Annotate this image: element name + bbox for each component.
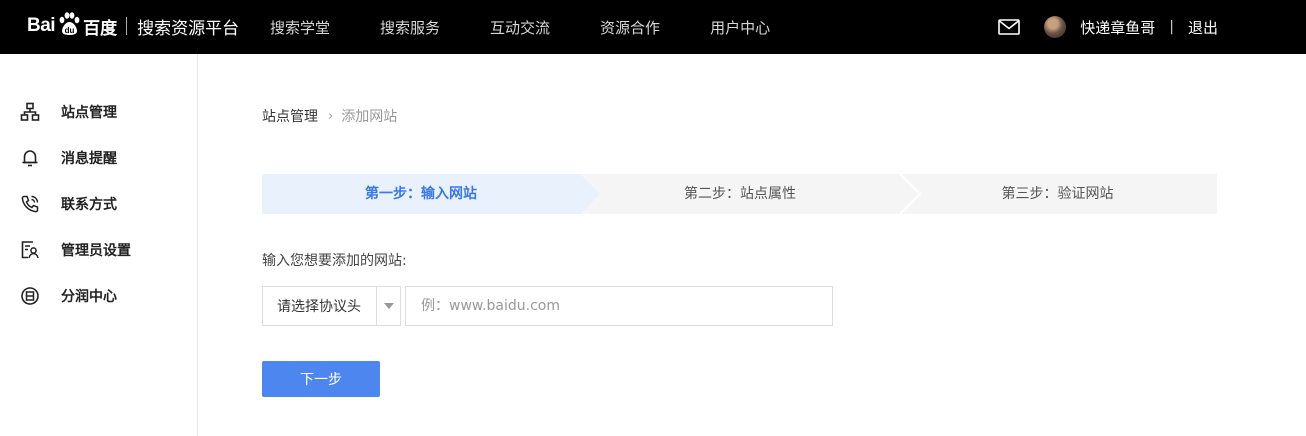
chevron-down-icon[interactable] bbox=[376, 287, 400, 325]
sidebar-item-site-management[interactable]: 站点管理 bbox=[20, 100, 117, 124]
breadcrumb: 站点管理 › 添加网站 bbox=[262, 106, 397, 126]
sidebar-item-revenue-center[interactable]: 分润中心 bbox=[20, 284, 117, 308]
website-url-input[interactable] bbox=[405, 286, 833, 326]
protocol-select[interactable]: 请选择协议头 bbox=[262, 286, 401, 326]
user-divider: | bbox=[1169, 19, 1174, 35]
admin-icon bbox=[21, 241, 39, 259]
step-indicator: 第一步：输入网站 第二步：站点属性 第三步：验证网站 bbox=[262, 174, 1217, 214]
topnav-item[interactable]: 资源合作 bbox=[600, 17, 660, 38]
sidebar-item-admin-settings[interactable]: 管理员设置 bbox=[20, 238, 131, 262]
user-area: 快递章鱼哥 | 退出 bbox=[998, 0, 1218, 54]
bell-icon bbox=[22, 150, 38, 167]
breadcrumb-separator: › bbox=[328, 108, 334, 124]
website-input-label: 输入您想要添加的网站: bbox=[262, 253, 407, 269]
sidebar-item-label: 管理员设置 bbox=[61, 243, 131, 259]
sidebar-item-label: 分润中心 bbox=[61, 289, 117, 305]
avatar[interactable] bbox=[1044, 16, 1067, 38]
sitemap-icon bbox=[20, 102, 40, 121]
protocol-select-value: 请选择协议头 bbox=[277, 299, 361, 315]
topnav-item[interactable]: 用户中心 bbox=[710, 17, 770, 38]
topnav-item[interactable]: 搜索服务 bbox=[380, 17, 440, 38]
topnav-item[interactable]: 搜索学堂 bbox=[270, 17, 330, 38]
step-3: 第三步：验证网站 bbox=[1001, 186, 1114, 202]
step-1: 第一步：输入网站 bbox=[365, 186, 477, 202]
sidebar-item-label: 消息提醒 bbox=[61, 151, 117, 167]
sidebar-item-notifications[interactable]: 消息提醒 bbox=[20, 146, 117, 170]
sidebar-item-label: 联系方式 bbox=[61, 197, 117, 213]
platform-title: 搜索资源平台 bbox=[137, 18, 240, 39]
sidebar: 站点管理 消息提醒 联系方式 管理员设置 分润中心 bbox=[0, 54, 198, 436]
top-nav: 搜索学堂 搜索服务 互动交流 资源合作 用户中心 bbox=[270, 0, 820, 54]
breadcrumb-current: 添加网站 bbox=[341, 109, 398, 125]
breadcrumb-parent[interactable]: 站点管理 bbox=[262, 106, 318, 126]
logout-link[interactable]: 退出 bbox=[1188, 17, 1218, 38]
username[interactable]: 快递章鱼哥 bbox=[1080, 17, 1155, 38]
topnav-item[interactable]: 互动交流 bbox=[490, 17, 550, 38]
logo-divider bbox=[126, 17, 128, 35]
paw-logo-icon: du bbox=[59, 12, 80, 35]
sidebar-item-contact[interactable]: 联系方式 bbox=[20, 192, 117, 216]
logo-text-left: Bai bbox=[27, 15, 56, 36]
logo-text-right: 百度 bbox=[83, 18, 118, 39]
sidebar-item-label: 站点管理 bbox=[61, 105, 117, 121]
phone-icon bbox=[21, 195, 39, 213]
svg-text:du: du bbox=[65, 26, 75, 35]
step-2: 第二步：站点属性 bbox=[684, 186, 796, 202]
revenue-icon bbox=[21, 287, 39, 305]
baidu-logo[interactable]: Bai du 百度 搜索资源平台 bbox=[27, 8, 239, 44]
mail-icon[interactable] bbox=[998, 19, 1021, 35]
top-bar: Bai du 百度 搜索资源平台 搜索学堂 搜索服务 互动交流 资源合作 用户中… bbox=[0, 0, 1306, 54]
next-step-button[interactable]: 下一步 bbox=[262, 361, 380, 397]
